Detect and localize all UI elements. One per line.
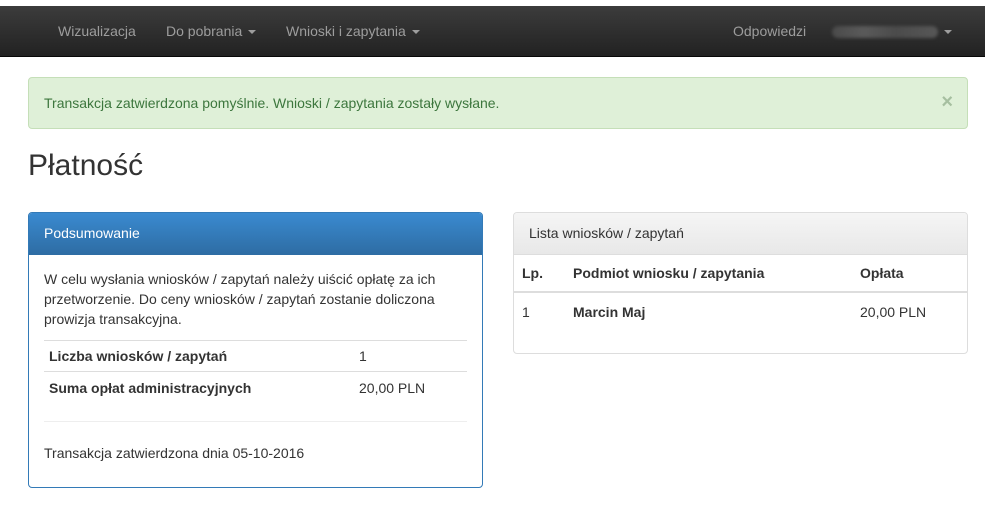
nav-do-pobrania-label: Do pobrania [166, 23, 243, 39]
username-redacted [832, 26, 938, 39]
requests-table: Lp. Podmiot wniosku / zapytania Opłata 1… [514, 255, 967, 330]
nav-odpowiedzi[interactable]: Odpowiedzi [733, 6, 806, 56]
summary-panel: Podsumowanie W celu wysłania wniosków / … [28, 212, 483, 488]
close-icon[interactable]: × [941, 78, 953, 126]
nav-wizualizacja[interactable]: Wizualizacja [58, 6, 136, 56]
requests-list-heading: Lista wniosków / zapytań [514, 213, 967, 255]
chevron-down-icon [411, 30, 420, 35]
success-alert: Transakcja zatwierdzona pomyślnie. Wnios… [28, 77, 968, 129]
table-row: Liczba wniosków / zapytań 1 [44, 340, 467, 372]
summary-row-label: Suma opłat administracyjnych [44, 371, 354, 405]
summary-table: Liczba wniosków / zapytań 1 Suma opłat a… [44, 340, 467, 405]
chevron-down-icon [248, 30, 257, 35]
cell-fee: 20,00 PLN [860, 303, 927, 320]
cell-lp: 1 [522, 303, 530, 320]
page-title: Płatność [28, 149, 144, 182]
user-menu[interactable] [832, 6, 952, 56]
requests-list-panel: Lista wniosków / zapytań Lp. Podmiot wni… [513, 212, 968, 354]
column-header-subject: Podmiot wniosku / zapytania [565, 255, 852, 293]
summary-panel-heading: Podsumowanie [29, 213, 482, 255]
nav-wnioski-i-zapytania[interactable]: Wnioski i zapytania [286, 6, 420, 56]
nav-wnioski-label: Wnioski i zapytania [286, 23, 406, 39]
summary-row-value: 20,00 PLN [354, 371, 467, 405]
table-header-row: Lp. Podmiot wniosku / zapytania Opłata [514, 255, 967, 293]
table-row: Suma opłat administracyjnych 20,00 PLN [44, 371, 467, 405]
cell-subject: Marcin Maj [573, 303, 646, 320]
chevron-down-icon [944, 30, 952, 35]
nav-do-pobrania[interactable]: Do pobrania [166, 6, 257, 56]
summary-row-label: Liczba wniosków / zapytań [44, 340, 354, 372]
transaction-confirmation: Transakcja zatwierdzona dnia 05-10-2016 [44, 445, 305, 461]
top-navbar: Wizualizacja Do pobrania Wnioski i zapyt… [0, 6, 985, 57]
table-row: 1 Marcin Maj 20,00 PLN [514, 292, 967, 330]
summary-row-value: 1 [354, 340, 467, 372]
column-header-lp: Lp. [514, 255, 565, 293]
summary-description: W celu wysłania wniosków / zapytań należ… [44, 271, 436, 327]
divider [44, 421, 467, 422]
column-header-fee: Opłata [852, 255, 967, 293]
alert-message: Transakcja zatwierdzona pomyślnie. Wnios… [44, 95, 500, 111]
